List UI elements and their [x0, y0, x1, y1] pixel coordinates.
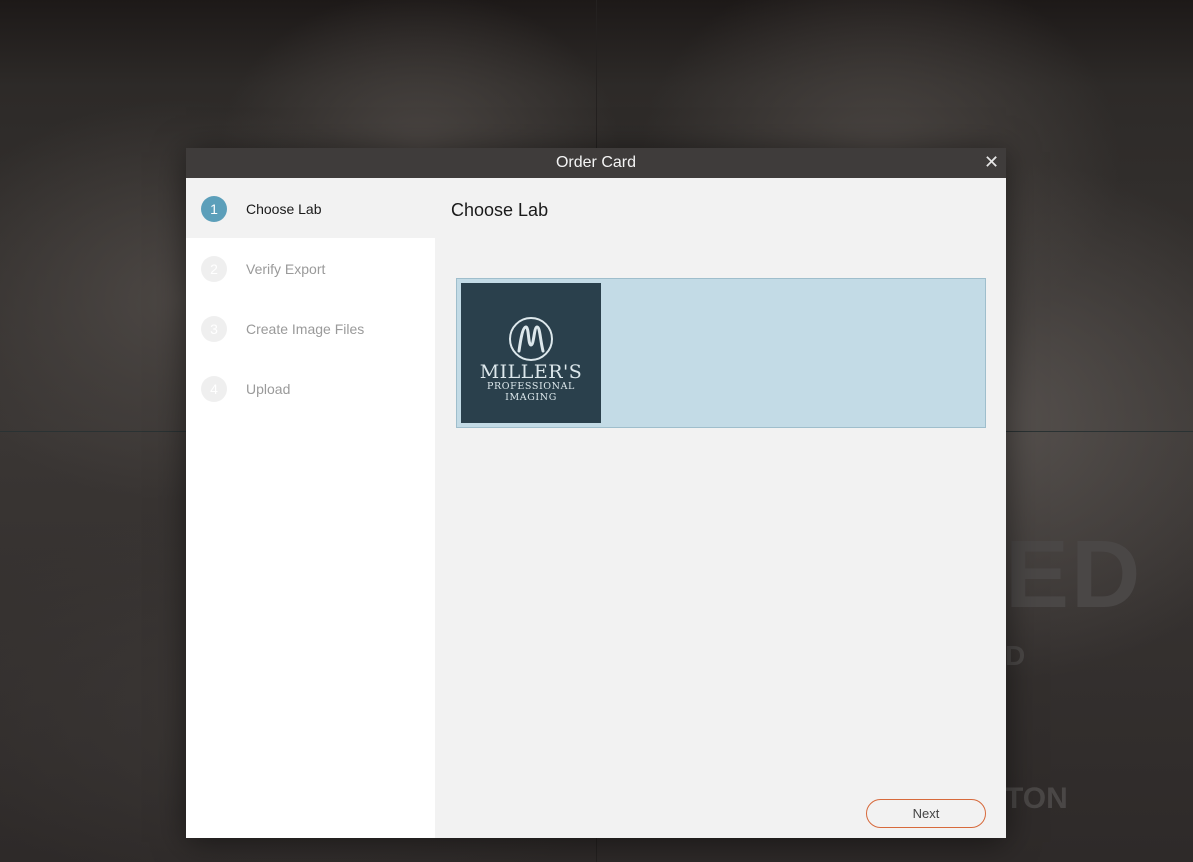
step-label: Upload	[246, 381, 291, 397]
lab-option-millers[interactable]: MILLER'S PROFESSIONAL IMAGING	[456, 278, 986, 428]
next-button[interactable]: Next	[866, 799, 986, 828]
step-choose-lab[interactable]: 1 Choose Lab	[186, 178, 436, 238]
step-verify-export: 2 Verify Export	[186, 238, 435, 298]
millers-m-mark-icon	[509, 317, 553, 361]
step-label: Choose Lab	[246, 201, 322, 217]
millers-logo: MILLER'S PROFESSIONAL IMAGING	[461, 283, 601, 423]
step-upload: 4 Upload	[186, 358, 435, 418]
dialog-titlebar: Order Card ✕	[186, 148, 1006, 178]
background-text-bottom: TON	[1005, 782, 1068, 815]
background-text-medium: D	[1005, 640, 1026, 671]
steps-sidebar: 1 Choose Lab 2 Verify Export 3 Create Im…	[186, 178, 436, 838]
step-number-badge: 1	[201, 196, 227, 222]
page-title: Choose Lab	[451, 200, 549, 220]
logo-subtitle: PROFESSIONAL IMAGING	[487, 381, 575, 403]
step-label: Create Image Files	[246, 321, 365, 337]
order-card-dialog: Order Card ✕ 1 Choose Lab 2 Verify Expor…	[186, 148, 1006, 838]
step-number-badge: 4	[201, 376, 227, 402]
content-panel: Choose Lab MILLER'S PROFESSIONAL IMAGING…	[436, 178, 1006, 838]
close-icon[interactable]: ✕	[984, 153, 999, 171]
logo-name: MILLER'S	[479, 361, 583, 383]
step-create-image-files: 3 Create Image Files	[186, 298, 435, 358]
background-text-large: ED	[1005, 521, 1143, 628]
step-label: Verify Export	[246, 261, 326, 277]
dialog-title: Order Card	[555, 154, 637, 171]
step-number-badge: 3	[201, 316, 227, 342]
step-number-badge: 2	[201, 256, 227, 282]
